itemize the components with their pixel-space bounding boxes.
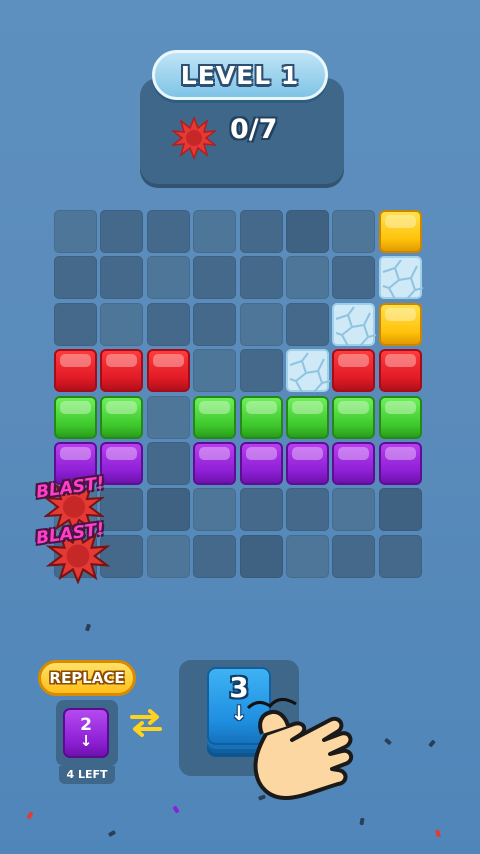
board-cell-empty xyxy=(286,256,329,300)
confetti-piece xyxy=(172,805,180,814)
board-cell-empty xyxy=(239,488,283,532)
confetti-piece xyxy=(428,739,436,748)
board-cell-purple xyxy=(193,442,237,485)
board-cell-yellow xyxy=(378,302,422,346)
board-cell-empty xyxy=(378,488,422,532)
board-cell-green xyxy=(193,395,237,439)
board-cell-ice xyxy=(332,302,377,347)
board-cell-red xyxy=(54,349,97,393)
board-cell-green xyxy=(100,395,144,439)
board-cell-empty xyxy=(146,210,190,253)
board-cell-purple xyxy=(286,442,329,485)
confetti-piece xyxy=(434,829,442,838)
board-cell-empty xyxy=(54,256,97,300)
board-cell-empty xyxy=(286,534,329,578)
blast-effect: BLAST! xyxy=(34,519,124,584)
board-cell-empty xyxy=(332,256,376,300)
replace-button-label: REPLACE xyxy=(49,669,125,687)
board-cell-empty xyxy=(286,302,329,346)
board-cell-green xyxy=(286,395,329,439)
board-cell-empty xyxy=(146,302,190,346)
board-cell-purple xyxy=(239,442,283,485)
board-cell-empty xyxy=(239,534,283,578)
board-cell-purple xyxy=(332,442,376,485)
board-cell-empty xyxy=(54,210,97,253)
board-cell-empty xyxy=(146,488,190,532)
board-cell-empty xyxy=(193,534,237,578)
board-cell-empty xyxy=(332,488,376,532)
board-cell-red xyxy=(100,349,144,393)
board-cell-empty xyxy=(286,210,329,253)
goal-counter: 0/7 xyxy=(230,114,278,145)
replace-button[interactable]: REPLACE xyxy=(38,660,136,696)
board-cell-empty xyxy=(193,302,237,346)
board-cell-green xyxy=(54,395,97,439)
board-cell-empty xyxy=(146,442,190,485)
board-cell-empty xyxy=(146,395,190,439)
board-cell-empty xyxy=(146,534,190,578)
board-cell-empty xyxy=(239,349,283,393)
board-cell-ice xyxy=(286,349,331,393)
pointing-hand-icon xyxy=(246,698,354,800)
board-cell-red xyxy=(332,349,376,393)
board-cell-empty xyxy=(54,302,97,346)
board-cell-yellow xyxy=(378,210,422,253)
confetti-piece xyxy=(26,811,34,820)
board-cell-green xyxy=(239,395,283,439)
board-cell-empty xyxy=(100,302,144,346)
board-cell-empty xyxy=(193,349,237,393)
board-cell-green xyxy=(332,395,376,439)
board-cell-green xyxy=(378,395,422,439)
confetti-piece xyxy=(84,623,92,632)
replace-block[interactable]: 2 ↓ xyxy=(63,708,109,758)
board-cell-empty xyxy=(100,256,144,300)
board-cell-empty xyxy=(239,302,283,346)
board-cell-red xyxy=(146,349,190,393)
board-cell-empty xyxy=(332,210,376,253)
down-arrow-icon: ↓ xyxy=(79,732,93,750)
board-cell-empty xyxy=(239,210,283,253)
board-cell-empty xyxy=(146,256,190,300)
swap-arrows-icon[interactable] xyxy=(128,707,164,739)
board-cell-ice xyxy=(378,256,424,301)
board-cell-empty xyxy=(100,210,144,253)
confetti-piece xyxy=(107,830,117,837)
board-cell-empty xyxy=(332,534,376,578)
board-cell-empty xyxy=(286,488,329,532)
level-badge: LEVEL 1 xyxy=(152,50,328,100)
confetti-piece xyxy=(384,737,392,746)
splat-icon xyxy=(172,116,216,160)
level-title: LEVEL 1 xyxy=(180,60,300,90)
confetti-piece xyxy=(359,817,365,826)
board-cell-empty xyxy=(193,488,237,532)
replace-remaining: 4 LEFT xyxy=(59,766,115,784)
board-cell-empty xyxy=(378,534,422,578)
board-cell-empty xyxy=(193,256,237,300)
board-cell-empty xyxy=(193,210,237,253)
board-cell-empty xyxy=(239,256,283,300)
board-cell-red xyxy=(378,349,422,393)
board-cell-purple xyxy=(378,442,422,485)
